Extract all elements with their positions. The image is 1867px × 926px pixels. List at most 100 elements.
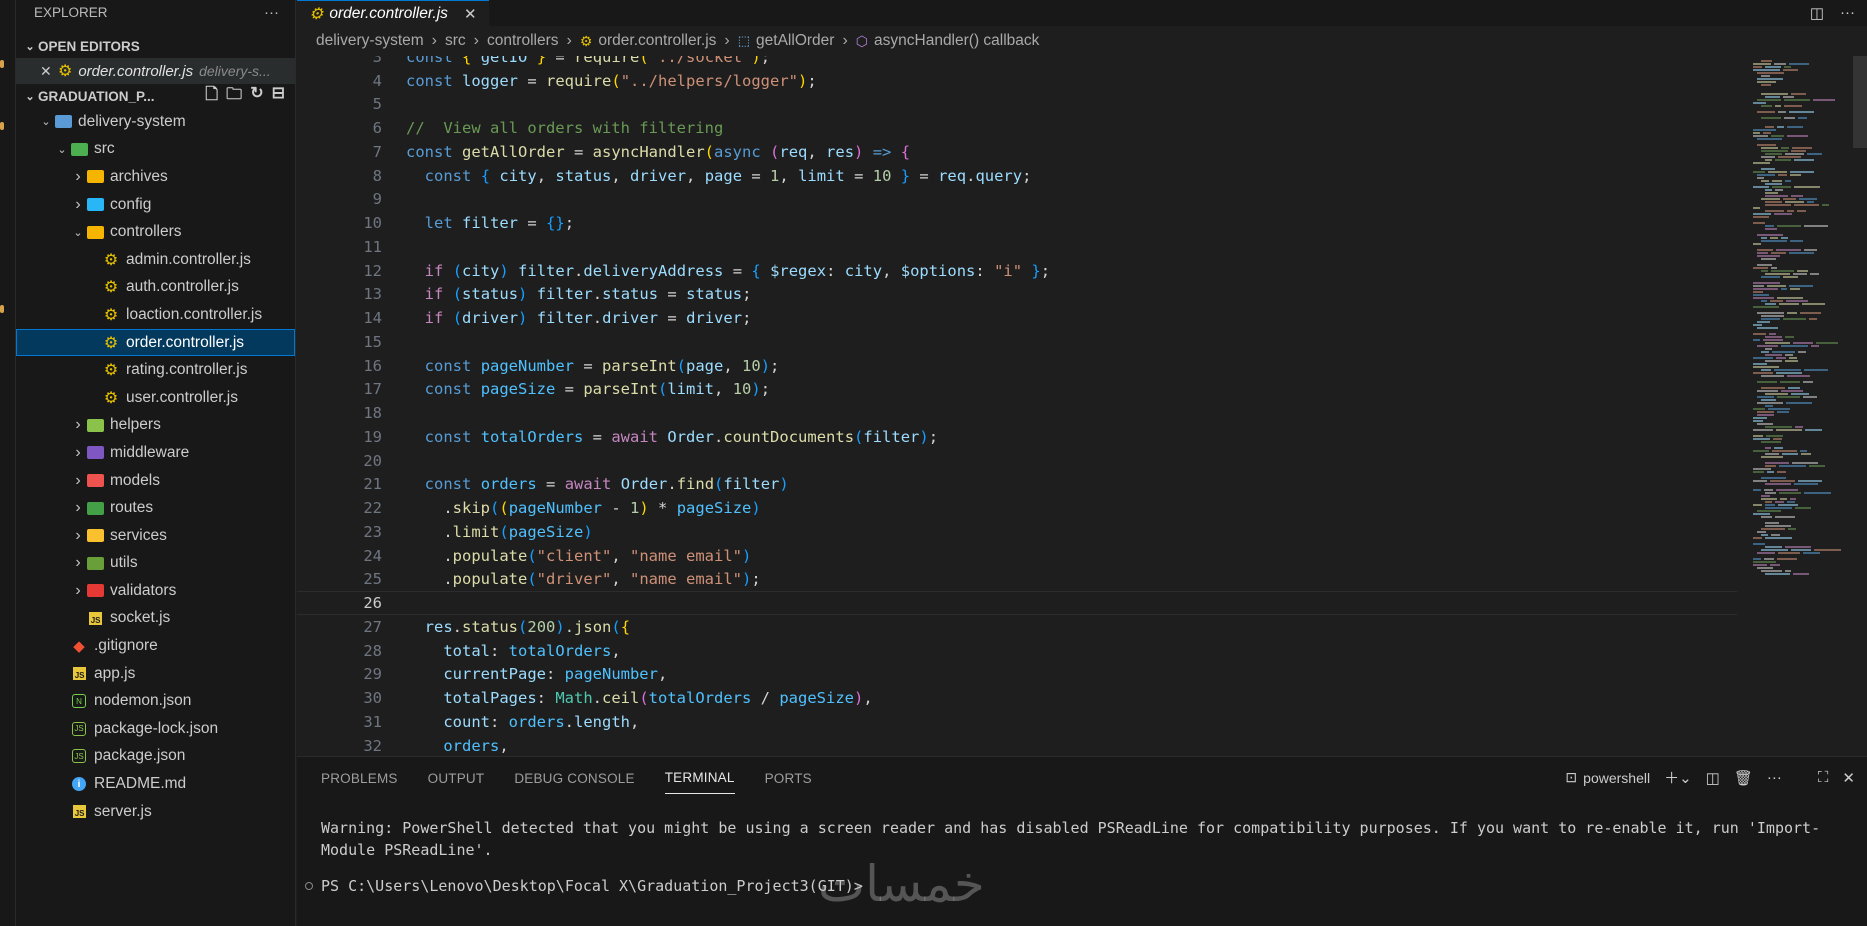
minimap-line — [1765, 126, 1774, 128]
minimap-line — [1779, 303, 1799, 305]
code-line[interactable]: 22 .skip((pageNumber - 1) * pageSize) — [297, 496, 1737, 520]
tree-file[interactable]: ◆ .gitignore — [16, 632, 295, 660]
code-line[interactable]: 32 orders, — [297, 734, 1737, 756]
tree-file[interactable]: Nnodemon.json — [16, 687, 295, 715]
breadcrumb-item[interactable]: order.controller.js — [598, 32, 716, 50]
breadcrumb-item[interactable]: src — [445, 32, 466, 50]
tree-folder[interactable]: › models — [16, 467, 295, 495]
tree-folder[interactable]: ⌄ src — [16, 136, 295, 164]
close-icon[interactable]: ✕ — [464, 5, 477, 23]
tree-file[interactable]: ⚙ loaction.controller.js — [16, 301, 295, 329]
tree-file[interactable]: ⚙ auth.controller.js — [16, 274, 295, 302]
tree-file[interactable]: JS package-lock.json — [16, 715, 295, 743]
code-line[interactable]: 28 total: totalOrders, — [297, 639, 1737, 663]
code-line[interactable]: 18 — [297, 401, 1737, 425]
panel-tab-problems[interactable]: PROBLEMS — [321, 763, 398, 794]
code-line[interactable]: 25 .populate("driver", "name email"); — [297, 568, 1737, 592]
code-line[interactable]: 24 .populate("client", "name email") — [297, 544, 1737, 568]
code-line[interactable]: 10 let filter = {}; — [297, 211, 1737, 235]
trash-icon[interactable]: 🗑 — [1734, 769, 1753, 787]
minimap[interactable] — [1747, 56, 1867, 756]
code-line[interactable]: 3 const { getIO } = require("../socket"); — [297, 56, 1737, 69]
tree-folder[interactable]: › middleware — [16, 439, 295, 467]
new-folder-icon[interactable]: 🗀 — [226, 83, 242, 110]
tree-folder[interactable]: › services — [16, 522, 295, 550]
split-editor-icon[interactable]: ◫ — [1810, 4, 1824, 22]
tree-folder[interactable]: › utils — [16, 550, 295, 578]
editor-scrollbar[interactable] — [1853, 56, 1867, 148]
breadcrumb-item[interactable]: asyncHandler() callback — [874, 32, 1039, 50]
panel-tab-ports[interactable]: PORTS — [765, 763, 812, 794]
tree-file[interactable]: ⚙ rating.controller.js — [16, 356, 295, 384]
refresh-icon[interactable]: ↻ — [250, 83, 263, 110]
code-view[interactable]: 3 const { getIO } = require("../socket");… — [297, 56, 1737, 756]
collapse-all-icon[interactable]: ⊟ — [272, 83, 285, 110]
minimap-line — [1797, 210, 1806, 212]
code-line[interactable]: 6 // View all orders with filtering — [297, 116, 1737, 140]
code-line[interactable]: 29 currentPage: pageNumber, — [297, 663, 1737, 687]
more-actions-icon[interactable]: ··· — [1767, 769, 1782, 786]
breadcrumb-item[interactable]: controllers — [487, 32, 559, 50]
editor-tab-active[interactable]: ⚙ order.controller.js ✕ — [297, 0, 489, 26]
tree-folder[interactable]: ⌄ delivery-system — [16, 108, 295, 136]
tree-file[interactable]: JS server.js — [16, 798, 295, 826]
tree-folder[interactable]: › archives — [16, 163, 295, 191]
code-line[interactable]: 4 const logger = require("../helpers/logg… — [297, 69, 1737, 93]
code-line[interactable]: 16 const pageNumber = parseInt(page, 10)… — [297, 354, 1737, 378]
code-line[interactable]: 31 count: orders.length, — [297, 710, 1737, 734]
code-line[interactable]: 5 — [297, 93, 1737, 117]
maximize-panel-icon[interactable]: ⛶ — [1818, 769, 1829, 786]
more-actions-icon[interactable]: ··· — [264, 4, 279, 21]
code-line[interactable]: 14 if (driver) filter.driver = driver; — [297, 306, 1737, 330]
code-line[interactable]: 27 res.status(200).json({ — [297, 615, 1737, 639]
code-line[interactable]: 26 — [297, 591, 1737, 615]
open-editor-item[interactable]: ✕ ⚙ order.controller.js delivery-s... — [16, 58, 295, 84]
panel-tab-terminal[interactable]: TERMINAL — [664, 762, 735, 794]
minimap-line — [1778, 156, 1801, 158]
panel-tab-debug-console[interactable]: DEBUG CONSOLE — [514, 763, 634, 794]
code-line[interactable]: 12 if (city) filter.deliveryAddress = { … — [297, 259, 1737, 283]
close-panel-icon[interactable]: ✕ — [1842, 769, 1855, 787]
tree-folder[interactable]: › routes — [16, 494, 295, 522]
terminal-output[interactable]: Warning: PowerShell detected that you mi… — [305, 817, 1857, 897]
open-editors-section[interactable]: ⌄ OPEN EDITORS — [16, 34, 295, 58]
terminal-instance[interactable]: ⊡ powershell — [1565, 769, 1650, 786]
nodejs-icon: JS — [70, 721, 88, 737]
split-terminal-icon[interactable]: ◫ — [1706, 769, 1720, 787]
tree-folder[interactable]: › config — [16, 191, 295, 219]
code-line[interactable]: 21 const orders = await Order.find(filte… — [297, 473, 1737, 497]
minimap-line — [1757, 423, 1773, 425]
add-terminal-icon[interactable]: ＋⌄ — [1664, 767, 1692, 788]
code-line[interactable]: 8 const { city, status, driver, page = 1… — [297, 164, 1737, 188]
code-line[interactable]: 20 — [297, 449, 1737, 473]
code-line[interactable]: 13 if (status) filter.status = status; — [297, 283, 1737, 307]
tree-folder[interactable]: › validators — [16, 577, 295, 605]
tree-file[interactable]: JS app.js — [16, 660, 295, 688]
code-line[interactable]: 30 totalPages: Math.ceil(totalOrders / p… — [297, 686, 1737, 710]
tree-file[interactable]: JS socket.js — [16, 605, 295, 633]
code-line[interactable]: 9 — [297, 188, 1737, 212]
tree-folder[interactable]: › helpers — [16, 412, 295, 440]
code-line[interactable]: 11 — [297, 235, 1737, 259]
code-line[interactable]: 23 .limit(pageSize) — [297, 520, 1737, 544]
tree-folder[interactable]: ⌄ controllers — [16, 218, 295, 246]
tree-file[interactable]: ⚙ admin.controller.js — [16, 246, 295, 274]
code-line[interactable]: 17 const pageSize = parseInt(limit, 10); — [297, 378, 1737, 402]
tree-file[interactable]: ⚙ user.controller.js — [16, 384, 295, 412]
panel-tab-output[interactable]: OUTPUT — [428, 763, 485, 794]
new-file-icon[interactable]: 🗋 — [205, 83, 218, 110]
code-line[interactable]: 15 — [297, 330, 1737, 354]
code-line[interactable]: 19 const totalOrders = await Order.count… — [297, 425, 1737, 449]
minimap-line — [1770, 300, 1783, 302]
breadcrumb-item[interactable]: getAllOrder — [756, 32, 834, 50]
code-line[interactable]: 7 const getAllOrder = asyncHandler(async … — [297, 140, 1737, 164]
more-actions-icon[interactable]: ··· — [1840, 4, 1855, 22]
breadcrumb-item[interactable]: delivery-system — [316, 32, 424, 50]
folder-shape — [86, 501, 104, 515]
tree-file[interactable]: i README.md — [16, 770, 295, 798]
tree-file[interactable]: ⚙ order.controller.js — [16, 328, 295, 357]
tree-file[interactable]: JS package.json — [16, 743, 295, 771]
close-icon[interactable]: ✕ — [40, 63, 58, 80]
minimap-line — [1793, 573, 1809, 575]
workspace-section[interactable]: ⌄ GRADUATION_P... 🗋 🗀 ↻ ⊟ — [16, 84, 295, 108]
